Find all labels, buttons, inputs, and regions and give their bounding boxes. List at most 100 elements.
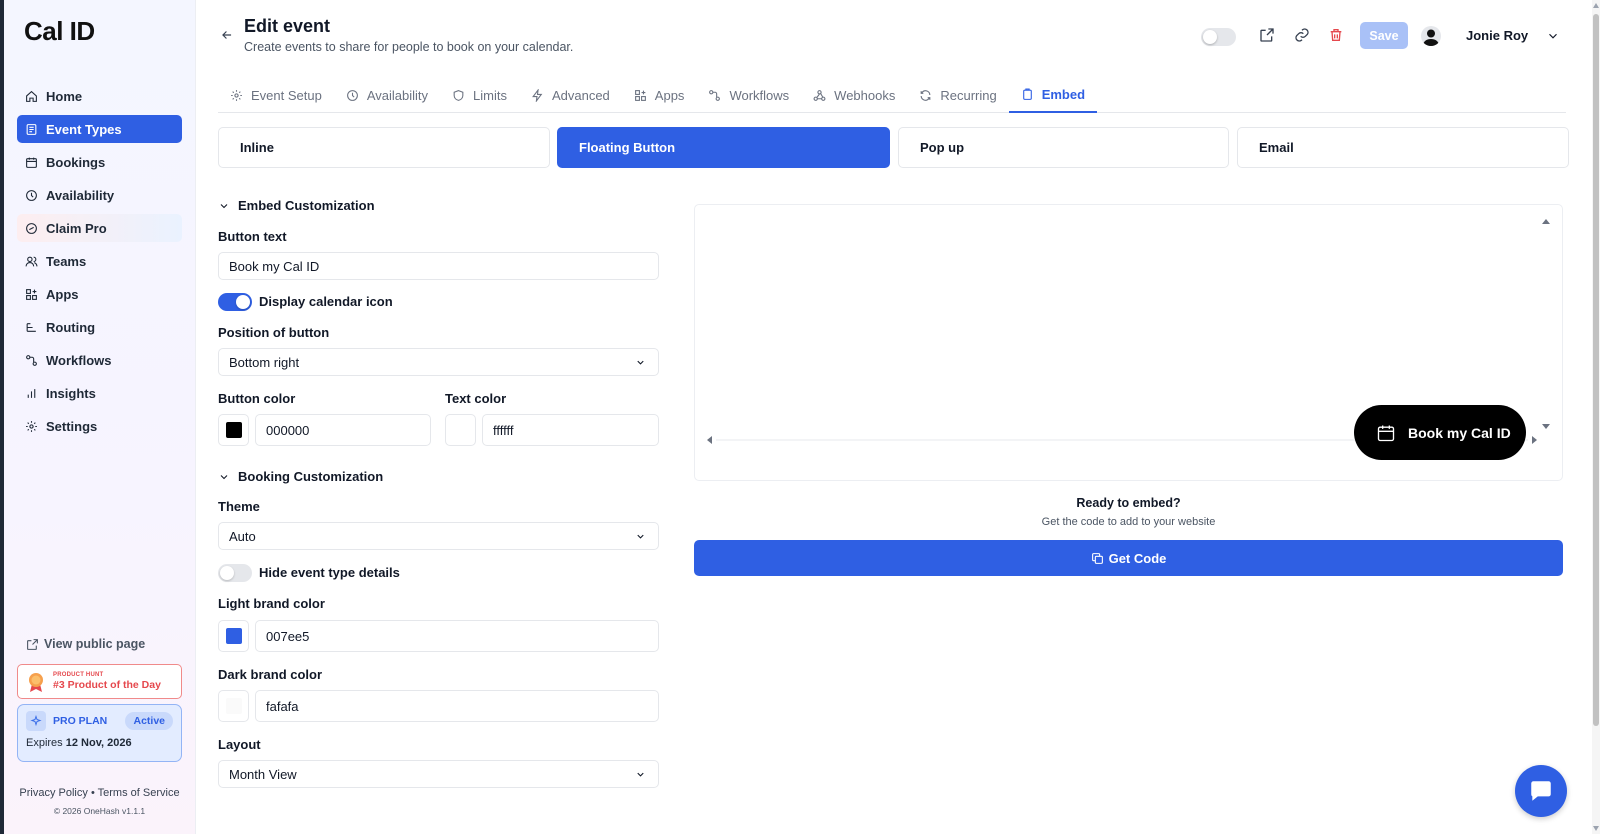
preview-vertical-scrollbar[interactable] <box>1542 219 1550 429</box>
sidebar-item-label: Workflows <box>46 352 112 368</box>
embed-preview: Book my Cal ID <box>694 204 1563 481</box>
trash-icon[interactable] <box>1328 27 1344 43</box>
routing-icon <box>26 322 36 332</box>
sidebar-item-availability[interactable]: Availability <box>17 181 182 209</box>
badge-icon <box>26 222 37 234</box>
sparkle-icon <box>26 711 46 731</box>
pro-plan-expiry: Expires 12 Nov, 2026 <box>26 737 173 749</box>
sidebar-item-teams[interactable]: Teams <box>17 247 182 275</box>
get-code-button[interactable]: Get Code <box>694 540 1563 576</box>
light-brand-color-input[interactable]: 007ee5 <box>255 620 659 652</box>
calendar-icon <box>1377 425 1395 441</box>
terms-of-service-link[interactable]: Terms of Service <box>98 787 180 799</box>
sidebar-item-settings[interactable]: Settings <box>17 412 182 440</box>
floating-book-button[interactable]: Book my Cal ID <box>1354 405 1526 460</box>
avatar[interactable] <box>1421 26 1441 46</box>
user-name[interactable]: Jonie Roy <box>1466 28 1528 43</box>
sidebar: Cal ID Home Event Types Bookings Availab… <box>4 0 196 834</box>
light-brand-color-swatch[interactable] <box>218 620 249 652</box>
page-subtitle: Create events to share for people to boo… <box>244 40 574 54</box>
text-color-input[interactable]: ffffff <box>482 414 659 446</box>
position-label: Position of button <box>218 325 330 340</box>
tab-recurring[interactable]: Recurring <box>907 78 1008 113</box>
position-select[interactable]: Bottom right <box>218 348 659 376</box>
bar-chart-icon <box>27 388 36 398</box>
gear-icon <box>231 90 242 101</box>
chat-support-button[interactable] <box>1515 765 1567 817</box>
theme-select[interactable]: Auto <box>218 522 659 550</box>
booking-customization-header[interactable]: Booking Customization <box>218 469 383 484</box>
tab-workflows[interactable]: Workflows <box>696 78 801 113</box>
users-icon <box>25 256 38 266</box>
repeat-icon <box>920 90 931 101</box>
button-color-input[interactable]: 000000 <box>255 414 431 446</box>
color-swatch <box>225 422 242 438</box>
app-logo[interactable]: Cal ID <box>24 16 95 47</box>
sidebar-item-label: Claim Pro <box>46 220 107 236</box>
embed-type-inline[interactable]: Inline <box>218 127 550 168</box>
back-arrow-icon[interactable] <box>220 28 234 42</box>
apps-icon <box>26 288 37 300</box>
tab-webhooks[interactable]: Webhooks <box>801 78 907 113</box>
sidebar-item-workflows[interactable]: Workflows <box>17 346 182 374</box>
hide-from-profile-toggle[interactable] <box>1201 28 1236 46</box>
product-hunt-badge[interactable]: PRODUCT HUNT #3 Product of the Day <box>17 664 182 699</box>
sidebar-item-event-types[interactable]: Event Types <box>17 115 182 143</box>
sidebar-item-claim-pro[interactable]: Claim Pro <box>17 214 182 242</box>
tab-limits[interactable]: Limits <box>440 78 519 113</box>
sidebar-item-insights[interactable]: Insights <box>17 379 182 407</box>
embed-type-popup[interactable]: Pop up <box>898 127 1229 168</box>
external-link-icon[interactable] <box>1259 27 1275 43</box>
sidebar-item-apps[interactable]: Apps <box>17 280 182 308</box>
tab-label: Apps <box>654 88 685 103</box>
layout-label: Layout <box>218 737 261 752</box>
tab-label: Limits <box>473 88 507 103</box>
view-public-page-link[interactable]: View public page <box>26 637 145 651</box>
sidebar-item-home[interactable]: Home <box>17 82 182 110</box>
sidebar-item-routing[interactable]: Routing <box>17 313 182 341</box>
dark-brand-color-swatch[interactable] <box>218 690 249 722</box>
tab-availability[interactable]: Availability <box>334 78 440 113</box>
color-swatch <box>225 698 242 714</box>
footer-links: Privacy Policy • Terms of Service <box>17 787 182 799</box>
user-icon <box>1423 29 1439 46</box>
sidebar-item-bookings[interactable]: Bookings <box>17 148 182 176</box>
page-scrollbar[interactable] <box>1592 0 1600 834</box>
sidebar-item-label: Teams <box>46 253 87 269</box>
tab-apps[interactable]: Apps <box>622 78 697 113</box>
event-types-icon <box>26 123 37 135</box>
link-icon[interactable] <box>1294 27 1310 43</box>
chevron-down-icon[interactable] <box>1546 29 1560 43</box>
copy-icon <box>1091 552 1103 564</box>
text-color-label: Text color <box>445 391 507 406</box>
text-color-swatch[interactable] <box>445 414 476 446</box>
pro-plan-card[interactable]: PRO PLAN Active Expires 12 Nov, 2026 <box>17 704 182 762</box>
product-hunt-rank: #3 Product of the Day <box>53 679 161 691</box>
dark-brand-color-input[interactable]: fafafa <box>255 690 659 722</box>
copyright: © 2026 OneHash v1.1.1 <box>53 806 146 816</box>
button-text-label: Button text <box>218 229 287 244</box>
embed-type-floating-button[interactable]: Floating Button <box>557 127 890 168</box>
gear-icon <box>26 420 37 432</box>
embed-type-email[interactable]: Email <box>1237 127 1569 168</box>
ready-to-embed-subtitle: Get the code to add to your website <box>1041 516 1216 528</box>
light-brand-color-label: Light brand color <box>218 596 325 611</box>
button-color-swatch[interactable] <box>218 414 249 446</box>
event-tabs: Event Setup Availability Limits Advanced… <box>218 78 1566 113</box>
save-button[interactable]: Save <box>1360 22 1408 49</box>
hide-event-type-details-toggle[interactable] <box>218 564 252 582</box>
button-text-input[interactable]: Book my Cal ID <box>218 252 659 280</box>
clipboard-icon <box>1022 88 1032 100</box>
embed-customization-header[interactable]: Embed Customization <box>218 198 375 213</box>
floating-button-label: Book my Cal ID <box>1408 424 1511 441</box>
expiry-prefix: Expires <box>26 737 63 749</box>
tab-event-setup[interactable]: Event Setup <box>218 78 334 113</box>
tab-embed[interactable]: Embed <box>1008 78 1098 113</box>
workflow-icon <box>26 354 37 366</box>
privacy-policy-link[interactable]: Privacy Policy <box>19 787 87 799</box>
tab-label: Event Setup <box>251 88 322 103</box>
display-calendar-icon-toggle[interactable] <box>218 293 252 311</box>
tab-advanced[interactable]: Advanced <box>519 78 622 113</box>
chat-icon <box>1531 781 1551 801</box>
layout-select[interactable]: Month View <box>218 760 659 788</box>
